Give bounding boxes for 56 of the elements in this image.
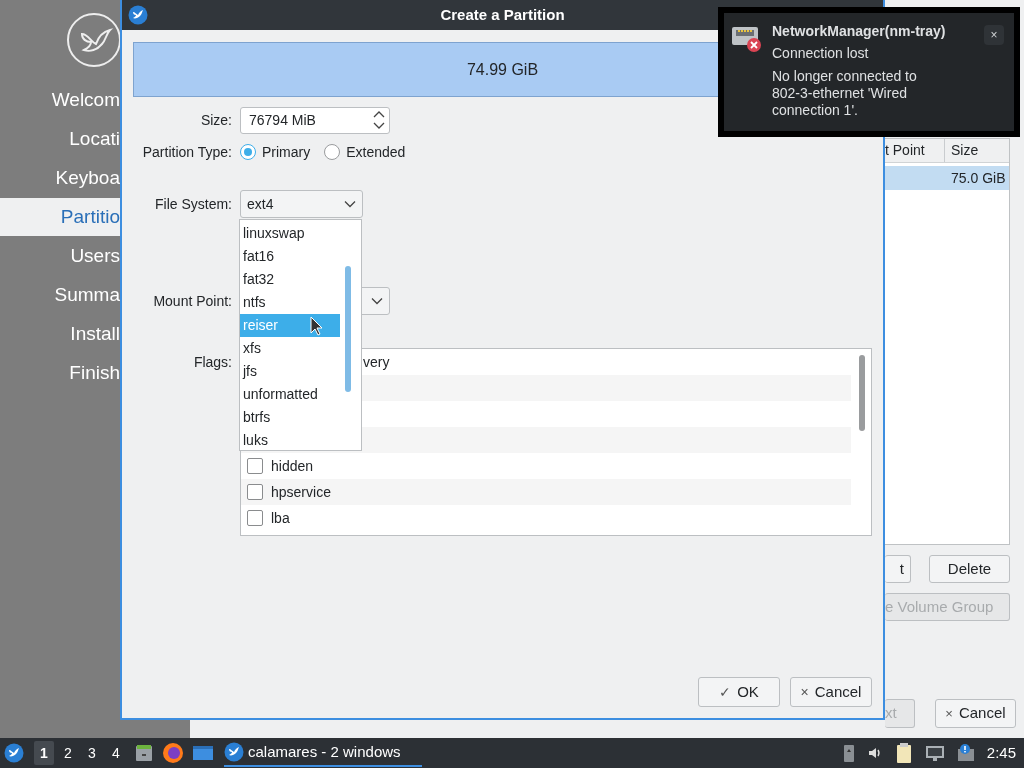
- action-button[interactable]: Delete: [929, 555, 1010, 583]
- field-label: Size:: [199, 111, 232, 130]
- field-label: Partition Type:: [141, 142, 232, 162]
- table-row[interactable]: 75.0 GiB: [885, 166, 1009, 190]
- dropdown-option[interactable]: fat32: [240, 268, 340, 291]
- workspace-button[interactable]: 1: [34, 741, 54, 765]
- nav-button[interactable]: × Cancel: [935, 699, 1016, 728]
- dropdown-option[interactable]: luks: [240, 429, 340, 452]
- window-title: Create a Partition: [440, 4, 565, 25]
- table-cell-text: 75.0 GiB: [950, 168, 1007, 188]
- battery-icon[interactable]: [842, 743, 855, 763]
- file-system-dropdown[interactable]: ext4: [240, 190, 363, 218]
- radio-option[interactable]: Primary: [240, 141, 311, 163]
- file-cabinet-icon[interactable]: [134, 743, 154, 763]
- close-button[interactable]: ×: [984, 25, 1004, 45]
- column-header[interactable]: Size: [945, 139, 1009, 162]
- button-glyph-icon: ×: [800, 681, 809, 703]
- volume-icon[interactable]: [866, 745, 883, 761]
- dropdown-option[interactable]: fat16: [240, 245, 340, 268]
- dialog-button[interactable]: ✓ OK: [698, 677, 780, 707]
- checkbox[interactable]: [247, 458, 263, 474]
- scrollbar-thumb[interactable]: [345, 266, 351, 392]
- radio-option[interactable]: Extended: [324, 141, 406, 163]
- window-icon[interactable]: [192, 744, 214, 762]
- cancel-icon: ×: [945, 703, 953, 724]
- bird-icon: [224, 742, 244, 762]
- dialog-button[interactable]: × Cancel: [790, 677, 872, 707]
- browser-globe-icon[interactable]: [162, 742, 184, 764]
- notification-alert-icon[interactable]: [956, 743, 975, 763]
- button-glyph-icon: ✓: [719, 681, 732, 703]
- action-button[interactable]: t: [885, 555, 911, 583]
- workspace-button[interactable]: 2: [58, 741, 78, 765]
- checkbox[interactable]: [247, 510, 263, 526]
- monitor-icon[interactable]: [924, 744, 945, 762]
- workspace-button[interactable]: 3: [82, 741, 102, 765]
- field-label: Flags:: [192, 353, 232, 372]
- field-label: Mount Point:: [152, 291, 232, 311]
- dropdown-option[interactable]: btrfs: [240, 406, 340, 429]
- dropdown-option[interactable]: linuxswap: [240, 222, 340, 245]
- start-menu-icon[interactable]: [4, 742, 26, 764]
- size-spinbox[interactable]: 76794 MiB: [240, 107, 390, 134]
- spin-arrows-icon: [373, 110, 385, 130]
- clock: 2:45: [986, 742, 1016, 763]
- scrollbar-thumb[interactable]: [859, 355, 865, 431]
- bird-icon: [128, 5, 148, 25]
- notification-summary: Connection lost: [772, 44, 870, 63]
- dropdown-option[interactable]: ntfs: [240, 291, 340, 314]
- workspace-button[interactable]: 4: [106, 741, 126, 765]
- chevron-down-icon: [371, 297, 383, 305]
- notification-title: NetworkManager(nm-tray): [772, 22, 946, 41]
- taskbar-task-button[interactable]: calamares - 2 windows: [224, 739, 422, 767]
- dropdown-option[interactable]: unformatted: [240, 383, 340, 406]
- chevron-down-icon: [344, 200, 356, 208]
- clipboard-icon[interactable]: [894, 742, 913, 764]
- checkbox[interactable]: [247, 484, 263, 500]
- mouse-pointer-icon: [310, 316, 324, 336]
